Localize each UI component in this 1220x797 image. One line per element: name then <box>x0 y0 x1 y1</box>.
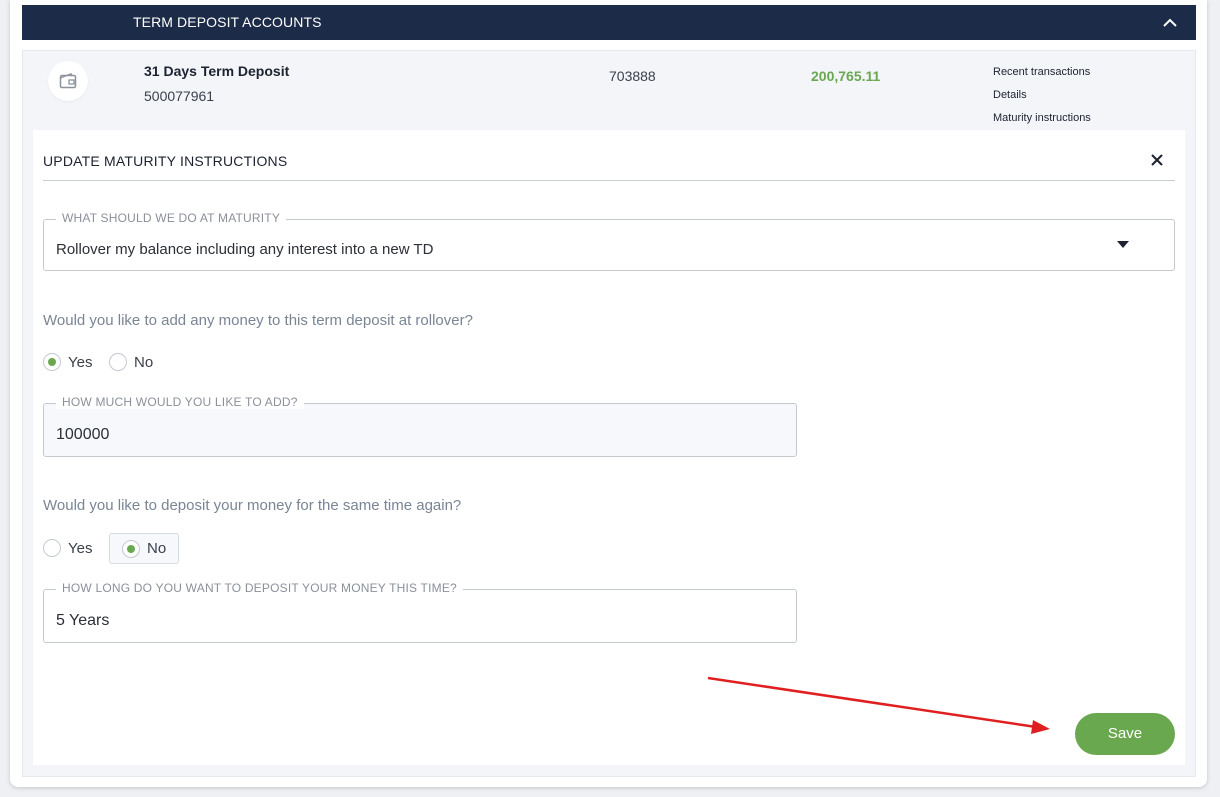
section-header[interactable]: TERM DEPOSIT ACCOUNTS <box>22 5 1196 40</box>
add-amount-input[interactable]: HOW MUCH WOULD YOU LIKE TO ADD? 100000 <box>43 395 797 457</box>
account-balance: 200,765.11 <box>811 68 881 84</box>
add-money-question: Would you like to add any money to this … <box>43 312 473 329</box>
maturity-instructions-link[interactable]: Maturity instructions <box>993 112 1091 124</box>
radio-unselected-icon <box>109 353 127 371</box>
caret-down-icon[interactable] <box>1117 241 1129 249</box>
maturity-action-label: WHAT SHOULD WE DO AT MATURITY <box>56 211 287 225</box>
same-time-yes-radio[interactable]: Yes <box>43 539 92 557</box>
add-amount-value: 100000 <box>56 426 110 443</box>
section-title: TERM DEPOSIT ACCOUNTS <box>133 14 322 30</box>
radio-unselected-icon <box>43 539 61 557</box>
deposit-duration-label: HOW LONG DO YOU WANT TO DEPOSIT YOUR MON… <box>56 581 463 595</box>
add-money-no-radio[interactable]: No <box>109 353 153 371</box>
close-icon[interactable] <box>1149 152 1165 168</box>
same-time-question: Would you like to deposit your money for… <box>43 497 462 514</box>
add-amount-label: HOW MUCH WOULD YOU LIKE TO ADD? <box>56 395 304 409</box>
account-bsb: 703888 <box>609 68 656 84</box>
radio-selected-icon <box>43 353 61 371</box>
same-time-yes-label: Yes <box>68 539 93 557</box>
maturity-instructions-modal: UPDATE MATURITY INSTRUCTIONS WHAT SHOULD… <box>33 130 1185 765</box>
add-money-yes-label: Yes <box>68 353 93 371</box>
deposit-duration-value: 5 Years <box>56 612 110 629</box>
same-time-no-label: No <box>147 540 167 557</box>
same-time-no-radio[interactable]: No <box>109 533 180 564</box>
chevron-up-icon[interactable] <box>1160 13 1180 33</box>
modal-divider <box>43 180 1175 181</box>
radio-selected-icon <box>122 539 140 558</box>
maturity-action-select[interactable]: WHAT SHOULD WE DO AT MATURITY Rollover m… <box>43 211 1175 271</box>
details-link[interactable]: Details <box>993 89 1027 101</box>
modal-title: UPDATE MATURITY INSTRUCTIONS <box>43 153 288 169</box>
save-button[interactable]: Save <box>1075 713 1175 755</box>
add-money-no-label: No <box>134 353 154 371</box>
deposit-duration-select[interactable]: HOW LONG DO YOU WANT TO DEPOSIT YOUR MON… <box>43 581 797 643</box>
recent-transactions-link[interactable]: Recent transactions <box>993 66 1090 78</box>
account-avatar <box>48 61 88 101</box>
account-number: 500077961 <box>144 88 215 104</box>
add-money-yes-radio[interactable]: Yes <box>43 353 92 371</box>
account-name: 31 Days Term Deposit <box>144 63 290 79</box>
maturity-action-value: Rollover my balance including any intere… <box>56 241 434 258</box>
wallet-icon <box>59 72 77 89</box>
